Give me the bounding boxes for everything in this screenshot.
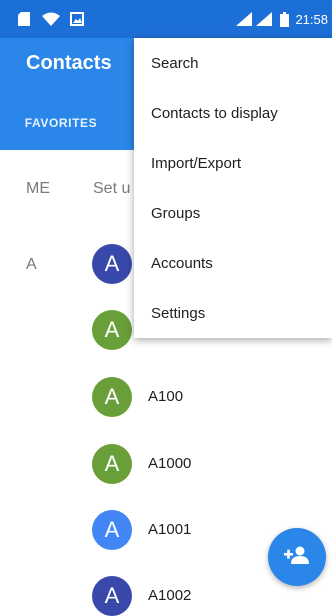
- menu-item-contacts-to-display[interactable]: Contacts to display: [134, 88, 332, 138]
- signal-icon: [256, 12, 272, 31]
- add-contact-button[interactable]: [268, 528, 326, 586]
- contact-avatar: A: [92, 444, 132, 484]
- wifi-icon: [42, 12, 60, 31]
- sd-card-icon: [18, 12, 30, 31]
- contact-avatar: A: [92, 510, 132, 550]
- battery-icon: [280, 12, 289, 32]
- menu-item-settings[interactable]: Settings: [134, 288, 332, 338]
- me-profile-hint[interactable]: Set u: [93, 180, 130, 198]
- contact-avatar: A: [92, 576, 132, 616]
- tab-favorites[interactable]: FAVORITES: [0, 96, 122, 150]
- overflow-menu: Search Contacts to display Import/Export…: [134, 38, 332, 338]
- contact-avatar: A: [92, 377, 132, 417]
- contact-name: A100: [148, 388, 184, 405]
- status-time: 21:58: [295, 12, 328, 27]
- menu-item-groups[interactable]: Groups: [134, 188, 332, 238]
- section-letter-me: ME: [26, 180, 50, 197]
- contact-avatar: A: [92, 244, 132, 284]
- menu-item-import-export[interactable]: Import/Export: [134, 138, 332, 188]
- contact-avatar: A: [92, 310, 132, 350]
- status-bar: 21:58: [0, 0, 332, 38]
- menu-item-accounts[interactable]: Accounts: [134, 238, 332, 288]
- contact-name: A1000: [148, 455, 192, 472]
- app-title: Contacts: [26, 52, 112, 74]
- menu-item-search[interactable]: Search: [134, 38, 332, 88]
- add-contact-icon: [284, 546, 310, 569]
- section-letter-a: A: [26, 256, 37, 273]
- contact-name: A1002: [148, 587, 192, 604]
- signal-icon: [236, 12, 252, 31]
- contact-name: A1001: [148, 521, 192, 538]
- image-icon: [70, 12, 84, 31]
